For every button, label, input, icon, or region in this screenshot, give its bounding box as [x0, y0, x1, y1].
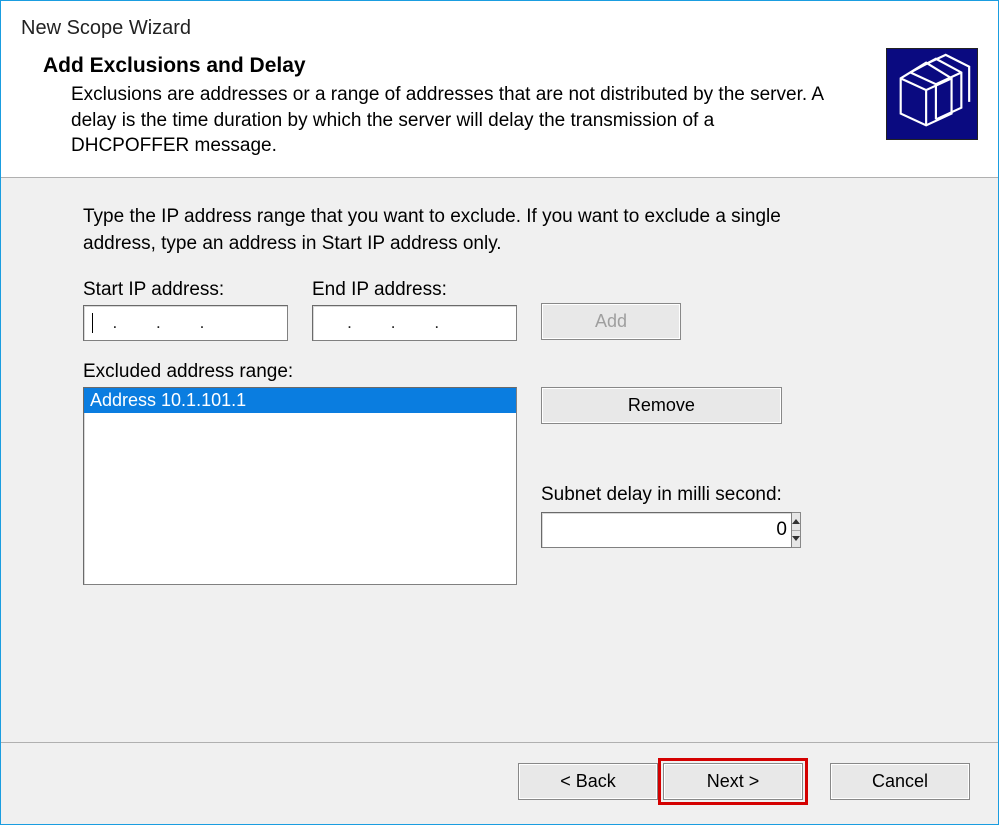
- end-ip-input[interactable]: . . .: [312, 305, 517, 341]
- subnet-delay-input[interactable]: [541, 512, 792, 548]
- right-column: Remove Subnet delay in milli second:: [541, 387, 782, 548]
- header-text-block: Add Exclusions and Delay Exclusions are …: [21, 48, 886, 159]
- subnet-delay-spinner: [541, 512, 677, 548]
- add-button[interactable]: Add: [541, 303, 681, 340]
- excluded-range-label: Excluded address range:: [83, 361, 958, 383]
- chevron-down-icon: [792, 536, 800, 541]
- excluded-row: Address 10.1.101.1 Remove Subnet delay i…: [83, 387, 958, 585]
- wizard-window: New Scope Wizard Add Exclusions and Dela…: [0, 0, 999, 825]
- wizard-body: Type the IP address range that you want …: [1, 178, 998, 742]
- end-ip-group: End IP address: . . .: [312, 279, 517, 341]
- spinner-down-button[interactable]: [792, 531, 800, 548]
- ip-input-row: Start IP address: . . . End IP address: …: [83, 279, 958, 341]
- end-ip-label: End IP address:: [312, 279, 517, 301]
- window-title: New Scope Wizard: [1, 1, 998, 48]
- start-ip-input[interactable]: . . .: [83, 305, 288, 341]
- remove-button[interactable]: Remove: [541, 387, 782, 424]
- subnet-delay-block: Subnet delay in milli second:: [541, 484, 782, 548]
- next-button-highlight: Next >: [658, 758, 808, 805]
- subnet-delay-label: Subnet delay in milli second:: [541, 484, 782, 506]
- back-button[interactable]: < Back: [518, 763, 658, 800]
- page-description: Exclusions are addresses or a range of a…: [43, 82, 833, 159]
- wizard-books-icon: [886, 48, 978, 140]
- instruction-text: Type the IP address range that you want …: [83, 204, 843, 257]
- spinner-up-button[interactable]: [792, 513, 800, 531]
- list-item[interactable]: Address 10.1.101.1: [84, 388, 516, 413]
- start-ip-group: Start IP address: . . .: [83, 279, 288, 341]
- chevron-up-icon: [792, 519, 800, 524]
- page-title: Add Exclusions and Delay: [43, 54, 886, 78]
- cancel-button[interactable]: Cancel: [830, 763, 970, 800]
- wizard-footer: < Back Next > Cancel: [1, 742, 998, 824]
- excluded-listbox[interactable]: Address 10.1.101.1: [83, 387, 517, 585]
- start-ip-label: Start IP address:: [83, 279, 288, 301]
- next-button[interactable]: Next >: [663, 763, 803, 800]
- wizard-header: Add Exclusions and Delay Exclusions are …: [1, 48, 998, 178]
